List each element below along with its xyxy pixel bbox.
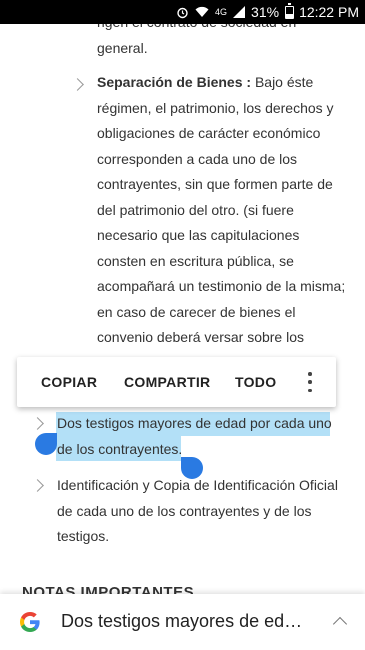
search-query-text[interactable]: Dos testigos mayores de ed… xyxy=(61,611,302,632)
bullet-chevron-icon xyxy=(31,479,44,492)
text-line: de los contrayentes. xyxy=(57,440,183,457)
bullet-chevron-icon xyxy=(31,417,44,430)
network-type-label: 4G xyxy=(215,6,228,17)
chevron-up-icon[interactable] xyxy=(332,616,348,632)
more-vertical-icon[interactable] xyxy=(307,372,313,392)
share-button[interactable]: COMPARTIR xyxy=(124,374,210,390)
term-title: Separación de Bienes : xyxy=(97,74,252,90)
text-line: acompañará un testimonio de la misma; xyxy=(97,278,346,294)
text-line: obligaciones de carácter económico xyxy=(97,125,321,141)
text-line: del patrimonio del otro. (si fuere xyxy=(97,201,294,218)
list-item-separacion: Separación de Bienes : Bajo éste régimen… xyxy=(97,70,352,351)
list-item-testigos[interactable]: Dos testigos mayores de edad por cada un… xyxy=(57,411,357,462)
text-line: necesario que las capitulaciones xyxy=(97,227,300,243)
text-line: régimen, el patrimonio, los derechos y xyxy=(97,99,334,116)
text-line: testigos. xyxy=(57,528,110,544)
text-line: Bajo éste xyxy=(251,74,314,90)
text-line: general. xyxy=(97,39,148,56)
google-g-icon xyxy=(20,612,40,632)
clock: 12:22 PM xyxy=(299,4,359,20)
status-bar: 4G 31% 12:22 PM xyxy=(0,0,365,24)
text-line: consten en escritura pública, se xyxy=(97,252,294,269)
text-line: contrayentes, sin que formen parte de xyxy=(97,176,333,192)
list-item-identificacion: Identificación y Copia de Identificación… xyxy=(57,473,357,550)
selection-start-handle[interactable] xyxy=(35,433,57,455)
battery-percent: 31% xyxy=(251,4,280,20)
text-line: de cada uno de los contrayentes y de los xyxy=(57,502,312,519)
text-line: convenio deberá versar sobre los xyxy=(97,329,305,345)
text-line: corresponden a cada uno de los xyxy=(97,150,298,167)
text-line: Dos testigos mayores de edad por cada un… xyxy=(57,415,332,431)
select-all-button[interactable]: TODO xyxy=(235,374,276,390)
wifi-icon xyxy=(195,6,209,18)
text-selection-menu: COPIAR COMPARTIR TODO xyxy=(17,357,336,407)
bullet-chevron-icon xyxy=(71,78,84,91)
google-search-bar[interactable]: Dos testigos mayores de ed… xyxy=(0,594,365,650)
text-line: en caso de carecer de bienes el xyxy=(97,303,296,320)
text-line: Identificación y Copia de Identificación… xyxy=(57,477,338,493)
battery-icon xyxy=(285,2,295,19)
alarm-icon xyxy=(176,6,189,19)
signal-icon xyxy=(233,6,246,18)
copy-button[interactable]: COPIAR xyxy=(41,374,97,390)
